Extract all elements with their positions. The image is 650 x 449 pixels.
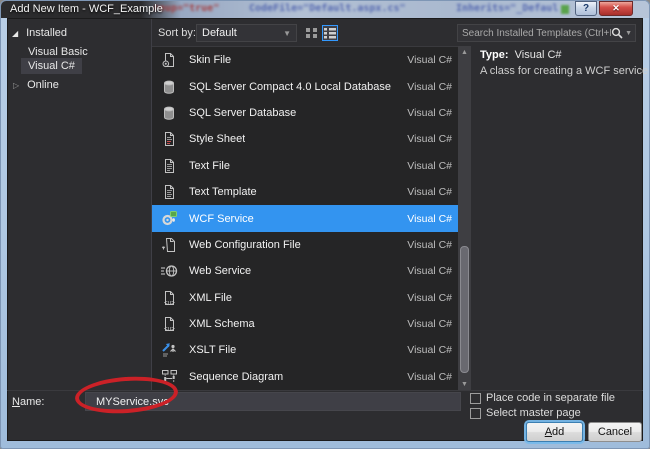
- cancel-button[interactable]: Cancel: [588, 422, 642, 442]
- add-button[interactable]: Add: [526, 422, 583, 442]
- sidebar-item-installed[interactable]: ◢ Installed: [12, 27, 67, 39]
- sidebar-item-visual-basic[interactable]: Visual Basic: [28, 46, 88, 58]
- add-new-item-dialog: reup="true" CodeFile="Default.aspx.cs" I…: [0, 0, 650, 449]
- template-category: Visual C#: [407, 344, 452, 357]
- template-category: Visual C#: [407, 212, 452, 225]
- small-icons-view-button[interactable]: [304, 25, 320, 41]
- template-category: Visual C#: [407, 186, 452, 199]
- text-file-icon: [160, 158, 178, 174]
- xml-schema-icon: <u>: [160, 316, 178, 332]
- select-master-page-checkbox[interactable]: Select master page: [470, 407, 581, 419]
- template-name: Web Service: [189, 265, 252, 278]
- name-input[interactable]: [85, 392, 461, 411]
- template-list-item[interactable]: SQL Server Compact 4.0 Local Database Vis…: [152, 73, 458, 99]
- template-name: SQL Server Database: [189, 106, 297, 119]
- template-name: Sequence Diagram: [189, 370, 284, 383]
- background-code-fragment: Inherits="_Defaul: [456, 3, 559, 14]
- template-category: Visual C#: [407, 159, 452, 172]
- template-name: XSLT File: [189, 344, 237, 357]
- expander-collapsed-icon[interactable]: ▷: [13, 81, 24, 90]
- search-options-chevron-icon[interactable]: ▼: [625, 30, 632, 37]
- template-category: Visual C#: [407, 106, 452, 119]
- list-scrollbar[interactable]: ▲ ▼: [458, 46, 471, 390]
- titlebar[interactable]: reup="true" CodeFile="Default.aspx.cs" I…: [1, 1, 649, 18]
- template-name: Text Template: [189, 186, 257, 199]
- skin-file-icon: [160, 52, 178, 68]
- template-name: XML Schema: [189, 318, 255, 331]
- template-category: Visual C#: [407, 291, 452, 304]
- small-icons-view-icon: [306, 28, 317, 38]
- web-config-icon: [160, 237, 178, 253]
- template-list-item[interactable]: Sequence Diagram Visual C#: [152, 364, 458, 390]
- template-list-item[interactable]: Web Service Visual C#: [152, 258, 458, 284]
- checkbox-icon[interactable]: [470, 407, 481, 419]
- template-category: Visual C#: [407, 80, 452, 93]
- template-category: Visual C#: [407, 238, 452, 251]
- background-code-fragment: CodeFile="Default.aspx.cs": [249, 3, 406, 14]
- template-name: Style Sheet: [189, 133, 246, 146]
- template-list-item[interactable]: Text File Visual C#: [152, 153, 458, 179]
- close-button[interactable]: ✕: [599, 1, 633, 16]
- style-sheet-icon: [160, 131, 178, 147]
- template-list-item[interactable]: Web Configuration File Visual C#: [152, 232, 458, 258]
- list-view-icon: [324, 28, 336, 39]
- sidebar-item-visual-csharp[interactable]: Visual C#: [21, 58, 82, 74]
- template-type: Type: Visual C#: [480, 49, 562, 61]
- template-category: Visual C#: [407, 265, 452, 278]
- template-category: Visual C#: [407, 133, 452, 146]
- scroll-down-icon[interactable]: ▼: [458, 378, 471, 390]
- svg-text:<u>: <u>: [164, 299, 175, 306]
- template-name: SQL Server Compact 4.0 Local Database: [189, 80, 391, 93]
- svg-text:<u>: <u>: [164, 326, 175, 333]
- text-template-icon: [160, 184, 178, 200]
- template-name: Skin File: [189, 54, 232, 67]
- template-list-item[interactable]: <u> XML File Visual C#: [152, 285, 458, 311]
- checkbox-icon[interactable]: [470, 392, 481, 404]
- xslt-file-icon: [160, 342, 178, 358]
- template-category: Visual C#: [407, 370, 452, 383]
- search-box[interactable]: ▼: [457, 24, 636, 42]
- list-view-button[interactable]: [322, 25, 338, 41]
- scrollbar-thumb[interactable]: [460, 246, 469, 373]
- search-input[interactable]: [458, 27, 612, 39]
- sort-by-dropdown[interactable]: Default ▼: [196, 24, 297, 42]
- place-code-checkbox[interactable]: Place code in separate file: [470, 392, 615, 404]
- template-name: Text File: [189, 159, 230, 172]
- template-list-item[interactable]: Style Sheet Visual C#: [152, 126, 458, 152]
- scroll-up-icon[interactable]: ▲: [458, 46, 471, 58]
- expander-open-icon[interactable]: ◢: [12, 29, 23, 38]
- template-name: WCF Service: [189, 212, 254, 225]
- xml-file-icon: <u>: [160, 290, 178, 306]
- template-name: Web Configuration File: [189, 238, 301, 251]
- chevron-down-icon: ▼: [283, 28, 291, 38]
- help-button[interactable]: ?: [575, 1, 597, 16]
- background-code-blob: [561, 5, 569, 14]
- template-list-item[interactable]: SQL Server Database Visual C#: [152, 100, 458, 126]
- template-list-item[interactable]: WCF Service Visual C#: [152, 205, 458, 232]
- sidebar-item-online[interactable]: ▷ Online: [13, 79, 59, 91]
- template-list: Skin File Visual C# SQL Server Compact 4.0…: [152, 46, 458, 390]
- name-label: Name:: [12, 396, 45, 408]
- wcf-service-icon: [160, 211, 178, 227]
- template-name: XML File: [189, 291, 232, 304]
- template-list-item[interactable]: <u> XML Schema Visual C#: [152, 311, 458, 337]
- sequence-diagram-icon: [160, 369, 178, 385]
- template-list-item[interactable]: Skin File Visual C#: [152, 47, 458, 73]
- template-category: Visual C#: [407, 318, 452, 331]
- sort-by-label: Sort by:: [158, 27, 196, 39]
- template-list-item[interactable]: XSLT File Visual C#: [152, 337, 458, 363]
- web-service-icon: [160, 263, 178, 279]
- search-icon[interactable]: [611, 27, 623, 39]
- database-icon: [160, 105, 178, 121]
- template-description: A class for creating a WCF service: [480, 65, 649, 77]
- dialog-title: Add New Item - WCF_Example: [10, 3, 163, 15]
- database-icon: [160, 79, 178, 95]
- template-category: Visual C#: [407, 54, 452, 67]
- footer-separator: [7, 390, 643, 391]
- template-list-item[interactable]: Text Template Visual C#: [152, 179, 458, 205]
